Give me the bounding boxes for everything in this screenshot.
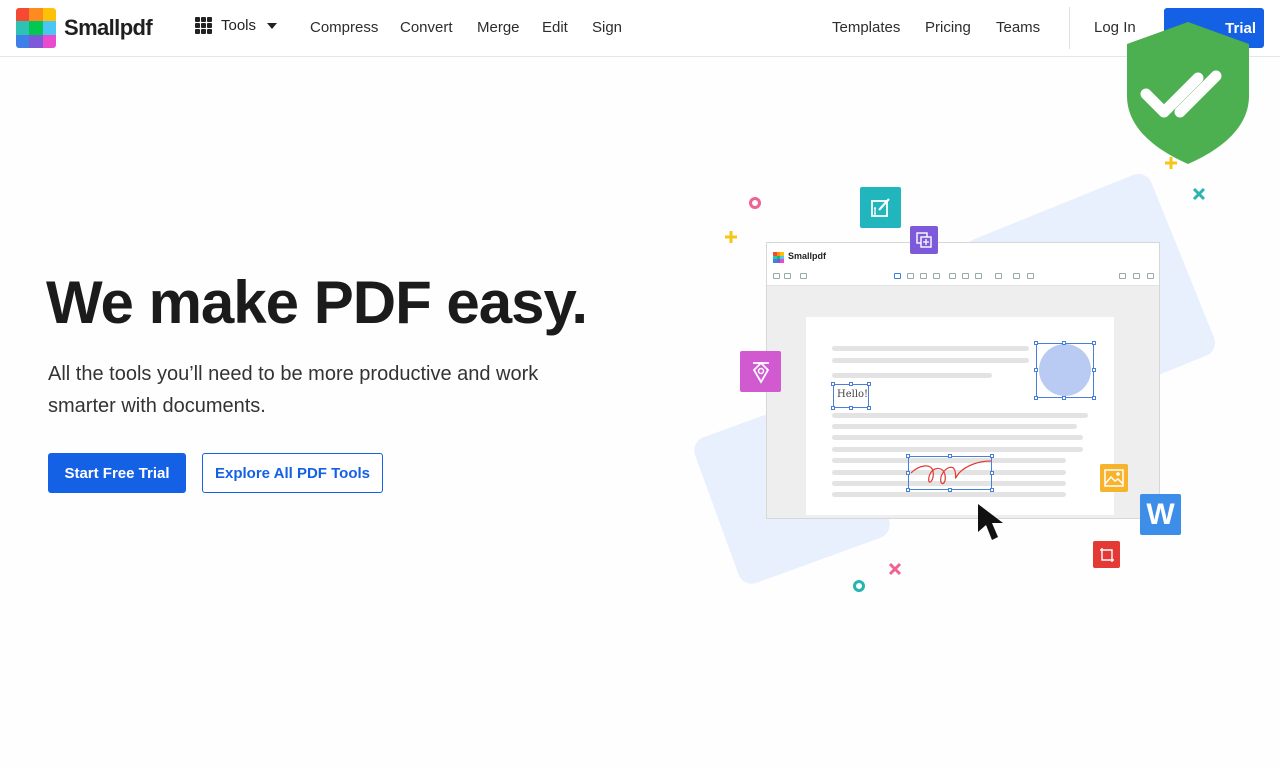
smallpdf-logo[interactable]: Smallpdf [16, 8, 153, 48]
tools-label: Tools [221, 17, 257, 34]
editor-brand-name: Smallpdf [788, 251, 827, 261]
toolbar-icon [773, 273, 780, 279]
toolbar-icon [920, 273, 927, 279]
ring-decoration [853, 580, 865, 592]
tools-menu-button[interactable]: Tools [195, 17, 278, 34]
toolbar-icon [1147, 273, 1154, 279]
toolbar-icon [1027, 273, 1034, 279]
image-icon [1100, 464, 1128, 492]
toolbar-icon [894, 273, 901, 279]
nav-compress[interactable]: Compress [310, 19, 378, 36]
word-icon: W [1140, 494, 1181, 535]
nav-templates[interactable]: Templates [832, 19, 900, 36]
hero-illustration: Smallpdf Hello! W [690, 157, 1250, 600]
nav-sign[interactable]: Sign [592, 19, 622, 36]
toolbar-icon [1013, 273, 1020, 279]
word-icon-letter: W [1146, 497, 1175, 531]
caret-down-icon [267, 22, 278, 29]
text-line [832, 413, 1088, 418]
nav-merge[interactable]: Merge [477, 19, 520, 36]
toolbar-icon [933, 273, 940, 279]
text-selection-box: Hello! [831, 382, 871, 410]
text-line [832, 424, 1077, 429]
nav-pricing[interactable]: Pricing [925, 19, 971, 36]
brand-name: Smallpdf [64, 15, 153, 40]
text-line [832, 373, 992, 378]
toolbar-icon [975, 273, 982, 279]
text-line [832, 447, 1083, 452]
nav-convert[interactable]: Convert [400, 19, 453, 36]
toolbar-icon [907, 273, 914, 279]
sample-text: Hello! [837, 389, 869, 400]
copy-icon [910, 226, 938, 254]
toolbar-icon [1119, 273, 1126, 279]
toolbar-icon [1133, 273, 1140, 279]
cross-decoration [1192, 187, 1206, 201]
text-line [832, 492, 1066, 497]
ring-decoration [749, 197, 761, 209]
start-free-trial-button[interactable]: Start Free Trial [48, 453, 186, 493]
signature-scribble [910, 460, 992, 485]
smallpdf-logo-icon [16, 8, 56, 48]
text-line [832, 435, 1083, 440]
nav-divider [1069, 7, 1070, 49]
edit-icon [860, 187, 901, 228]
shape-selection-box [1034, 341, 1096, 400]
toolbar-icon [949, 273, 956, 279]
toolbar-icon [962, 273, 969, 279]
hero-title: We make PDF easy. [46, 269, 588, 336]
cross-decoration [888, 562, 902, 576]
toolbar-icon [995, 273, 1002, 279]
cursor-icon [978, 504, 1003, 540]
pen-icon [740, 351, 781, 392]
text-line [832, 346, 1029, 351]
explore-all-pdf-tools-button[interactable]: Explore All PDF Tools [202, 453, 383, 493]
nav-edit[interactable]: Edit [542, 19, 568, 36]
text-line [832, 358, 1029, 363]
signature-selection-box [906, 454, 994, 492]
plus-decoration [725, 231, 737, 243]
crop-icon [1093, 541, 1120, 568]
toolbar-icon [784, 273, 791, 279]
grid-icon [195, 17, 212, 34]
nav-teams[interactable]: Teams [996, 19, 1040, 36]
toolbar-icon [800, 273, 807, 279]
editor-toolbar: Smallpdf [767, 243, 1159, 286]
shield-check-icon [1127, 22, 1249, 164]
top-navigation-bar: Smallpdf Tools Compress Convert Merge Ed… [0, 0, 1280, 57]
hero-subtitle: All the tools you’ll need to be more pro… [48, 363, 539, 417]
document-page: Hello! [806, 317, 1114, 515]
smallpdf-logo-icon [773, 252, 784, 263]
